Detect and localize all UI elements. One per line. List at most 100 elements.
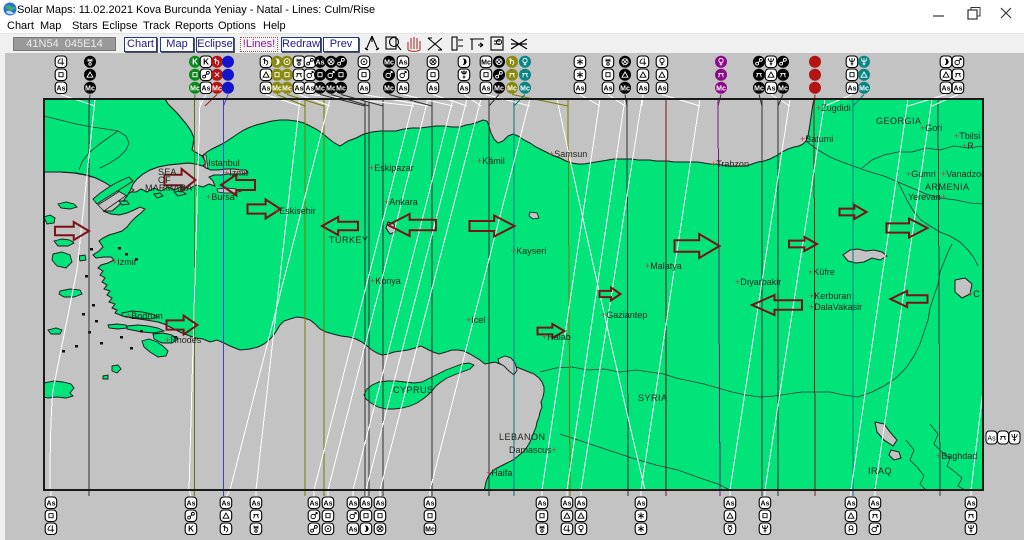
svg-text:As: As	[538, 500, 547, 507]
svg-text:Mc: Mc	[272, 85, 282, 92]
svg-text:+Izmit: +Izmit	[224, 168, 249, 178]
svg-text:Mc: Mc	[282, 85, 292, 92]
svg-text:As: As	[202, 85, 211, 92]
svg-text:As: As	[362, 500, 371, 507]
svg-text:As: As	[767, 85, 776, 92]
svg-text:+Kayseri: +Kayseri	[511, 246, 546, 256]
svg-text:Mc: Mc	[716, 85, 726, 92]
svg-text:+Gori: +Gori	[920, 123, 942, 133]
svg-text:Mc: Mc	[778, 85, 788, 92]
svg-text:As: As	[306, 85, 315, 92]
svg-text:Mc: Mc	[620, 85, 630, 92]
svg-text:+Kerburan: +Kerburan	[809, 291, 851, 301]
svg-text:As: As	[57, 85, 66, 92]
svg-text:Mc: Mc	[520, 85, 530, 92]
svg-text:+Izmir: +Izmir	[112, 257, 137, 267]
svg-text:+Gumri: +Gumri	[906, 169, 936, 179]
svg-text:+Rhodes: +Rhodes	[165, 335, 202, 345]
svg-text:Mc: Mc	[754, 85, 764, 92]
svg-text:Mc: Mc	[190, 85, 200, 92]
svg-text:As: As	[848, 85, 857, 92]
svg-text:As: As	[577, 500, 586, 507]
svg-text:LEBANON: LEBANON	[499, 432, 546, 442]
svg-text:SYRIA: SYRIA	[638, 393, 668, 403]
svg-text:As: As	[761, 500, 770, 507]
svg-text:As: As	[399, 59, 408, 66]
svg-text:As: As	[295, 85, 304, 92]
svg-text:IRAQ: IRAQ	[868, 466, 892, 476]
svg-text:As: As	[262, 85, 271, 92]
svg-text:+Konya: +Konya	[370, 276, 401, 286]
svg-text:+Zugdidi: +Zugdidi	[816, 103, 851, 113]
svg-text:+Bodrum: +Bodrum	[126, 311, 163, 321]
svg-text:Mc: Mc	[859, 85, 869, 92]
svg-text:+C: +C	[968, 289, 980, 299]
svg-text:As: As	[942, 85, 951, 92]
svg-text:As: As	[429, 85, 438, 92]
svg-text:K: K	[192, 57, 198, 66]
svg-text:As: As	[954, 85, 963, 92]
svg-text:As: As	[399, 85, 408, 92]
svg-text:As: As	[847, 500, 856, 507]
svg-text:+Gaziantep: +Gaziantep	[601, 310, 647, 320]
svg-text:As: As	[222, 500, 231, 507]
svg-text:As: As	[316, 59, 325, 66]
svg-text:As: As	[47, 500, 56, 507]
svg-text:+Küfre: +Küfre	[808, 267, 835, 277]
svg-text:As: As	[460, 85, 469, 92]
svg-text:As: As	[187, 500, 196, 507]
svg-text:As: As	[658, 85, 667, 92]
svg-text:+DalaVakasir: +DalaVakasir	[809, 302, 862, 312]
svg-text:As: As	[310, 500, 319, 507]
svg-text:+Bursa: +Bursa	[206, 192, 235, 202]
svg-text:+Eskipazar: +Eskipazar	[369, 163, 414, 173]
svg-text:Mc: Mc	[494, 85, 504, 92]
svg-text:As: As	[324, 500, 333, 507]
svg-text:As: As	[482, 85, 491, 92]
svg-text:As: As	[563, 500, 572, 507]
svg-text:As: As	[376, 500, 385, 507]
svg-text:Mc: Mc	[85, 85, 95, 92]
svg-text:TURKEY: TURKEY	[329, 235, 369, 245]
svg-text:As: As	[637, 500, 646, 507]
svg-text:K: K	[203, 57, 209, 66]
svg-text:+Malatya: +Malatya	[645, 261, 682, 271]
svg-text:+Istanbul: +Istanbul	[203, 158, 240, 168]
svg-text:+Haifa: +Haifa	[486, 468, 512, 478]
svg-text:As: As	[871, 500, 880, 507]
svg-text:Mc: Mc	[384, 59, 394, 66]
svg-text:CYPRUS: CYPRUS	[393, 385, 434, 395]
svg-text:Mc: Mc	[384, 85, 394, 92]
svg-text:As: As	[360, 85, 369, 92]
svg-text:+Kämil: +Kämil	[477, 156, 505, 166]
svg-text:+Batumi: +Batumi	[800, 134, 833, 144]
svg-text:GEORGIA: GEORGIA	[876, 116, 922, 126]
svg-text:+Eskisehir: +Eskisehir	[274, 206, 316, 216]
svg-text:+Tbilsi: +Tbilsi	[954, 131, 980, 141]
svg-text:+Halab: +Halab	[542, 332, 571, 342]
svg-text:As: As	[726, 500, 735, 507]
svg-text:As: As	[349, 526, 358, 533]
svg-text:As: As	[639, 85, 648, 92]
svg-text:Mc: Mc	[507, 85, 517, 92]
svg-text:Mc: Mc	[315, 85, 325, 92]
svg-text:+R: +R	[962, 141, 974, 151]
svg-text:Damascus+: Damascus+	[509, 445, 557, 455]
svg-text:Mc: Mc	[336, 85, 346, 92]
svg-text:+Icel: +Icel	[466, 315, 485, 325]
svg-text:MARMARA: MARMARA	[145, 183, 192, 193]
svg-text:K: K	[188, 524, 194, 533]
svg-text:ARMENIA: ARMENIA	[925, 182, 970, 192]
svg-text:As: As	[252, 500, 261, 507]
svg-text:As: As	[967, 500, 976, 507]
svg-text:+Baghdad: +Baghdad	[936, 451, 977, 461]
svg-text:+Dıyarbakir: +Dıyarbakir	[735, 277, 781, 287]
svg-text:Mc: Mc	[326, 85, 336, 92]
svg-text:+Vanadzor: +Vanadzor	[941, 169, 984, 179]
svg-text:As: As	[576, 85, 585, 92]
svg-text:Mc: Mc	[481, 59, 491, 66]
svg-text:As: As	[349, 500, 358, 507]
svg-text:Mc: Mc	[425, 526, 435, 533]
svg-text:As: As	[426, 500, 435, 507]
svg-text:As: As	[604, 85, 613, 92]
